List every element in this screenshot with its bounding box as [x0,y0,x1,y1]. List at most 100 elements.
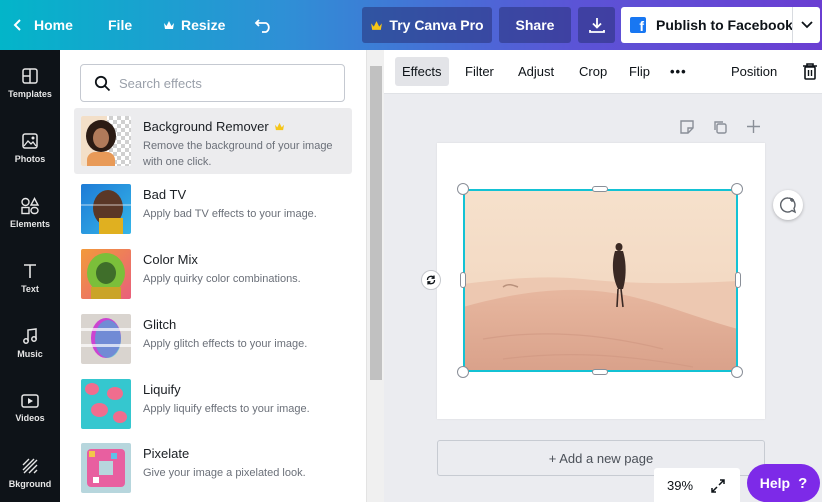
trash-icon[interactable] [802,62,818,81]
download-button[interactable] [578,7,615,43]
tool-flip[interactable]: Flip [622,57,657,86]
effect-thumbnail [81,443,131,493]
help-label: Help [759,475,791,491]
effect-color-mix[interactable]: Color Mix Apply quirky color combination… [74,241,352,307]
effect-thumbnail [81,116,131,166]
tool-effects[interactable]: Effects [395,57,449,86]
rail-label: Elements [9,218,51,229]
tool-filter[interactable]: Filter [458,57,501,86]
resize-handle-top-left[interactable] [457,183,469,195]
publish-divider [792,7,793,43]
effect-title: Background Remover [143,119,285,134]
help-question-icon: ? [798,474,808,492]
effect-description: Apply glitch effects to your image. [143,338,308,350]
resize-button[interactable]: Resize [163,0,225,50]
try-canva-pro-button[interactable]: Try Canva Pro [362,7,492,43]
zoom-control[interactable]: 39% [654,468,740,502]
resize-handle-right[interactable] [735,272,741,288]
effect-pixelate[interactable]: Pixelate Give your image a pixelated loo… [74,435,352,501]
background-icon [22,458,38,473]
rotate-icon [426,275,436,285]
effect-description: Remove the background of your image with… [143,140,333,168]
publish-label: Publish to Facebook [656,17,793,33]
undo-button[interactable] [254,0,274,50]
duplicate-icon[interactable] [712,119,728,135]
effect-title: Glitch [143,317,177,332]
search-icon [94,75,111,91]
try-pro-label: Try Canva Pro [389,17,484,33]
resize-handle-left[interactable] [460,272,466,288]
selection-frame [463,189,738,372]
publish-to-facebook-button[interactable]: f Publish to Facebook [621,7,820,43]
facebook-icon: f [630,17,646,33]
videos-icon [21,393,39,408]
search-input[interactable] [119,75,319,91]
music-icon [23,327,37,344]
panel-scrollbar[interactable] [366,50,384,502]
scrollbar-thumb[interactable] [370,66,382,380]
effect-description: Give your image a pixelated look. [143,467,306,479]
resize-handle-bottom-left[interactable] [457,366,469,378]
rail-item-elements[interactable]: Elements [0,180,60,245]
rail-label: Bkground [8,478,52,489]
rail-item-templates[interactable]: Templates [0,50,60,115]
effect-description: Apply quirky color combinations. [143,273,301,285]
add-icon[interactable] [746,119,761,134]
chevron-down-icon[interactable] [801,21,813,29]
effect-thumbnail [81,249,131,299]
rail-label: Templates [8,88,52,99]
undo-icon [254,19,270,33]
effect-description: Apply bad TV effects to your image. [143,208,317,220]
share-button[interactable]: Share [499,7,571,43]
effect-bad-tv[interactable]: Bad TV Apply bad TV effects to your imag… [74,176,352,242]
effect-title: Pixelate [143,446,190,461]
crown-icon [164,21,174,29]
chevron-left-icon [13,19,21,31]
rail-item-music[interactable]: Music [0,310,60,375]
resize-handle-top-right[interactable] [731,183,743,195]
effect-title-text: Background Remover [143,119,269,134]
effect-title: Liquify [143,382,181,397]
file-menu[interactable]: File [108,0,132,50]
rail-item-background[interactable]: Bkground [0,440,60,502]
zoom-level: 39% [667,477,694,493]
rail-item-text[interactable]: Text [0,245,60,310]
rail-item-photos[interactable]: Photos [0,115,60,180]
tool-adjust[interactable]: Adjust [511,57,561,86]
effect-description: Apply liquify effects to your image. [143,403,310,415]
rotate-handle[interactable] [421,270,441,290]
home-label: Home [34,17,73,33]
tool-more[interactable]: ••• [663,57,694,86]
effect-thumbnail [81,184,131,234]
rail-item-videos[interactable]: Videos [0,375,60,440]
search-box[interactable] [80,64,345,102]
text-icon [24,263,36,278]
pro-crown-icon [275,122,285,131]
side-rail: Templates Photos Elements Text Music Vid… [0,50,60,502]
fullscreen-icon[interactable] [710,478,726,494]
edit-toolbar: Effects Filter Adjust Crop Flip ••• Posi… [384,50,822,94]
effect-title: Bad TV [143,187,187,202]
rail-label: Videos [15,412,45,423]
tool-crop[interactable]: Crop [572,57,614,86]
effect-background-remover[interactable]: Background Remover Remove the background… [74,108,352,174]
download-icon [588,18,605,33]
home-button[interactable]: Home [12,0,73,50]
effect-liquify[interactable]: Liquify Apply liquify effects to your im… [74,371,352,437]
note-icon[interactable] [679,119,695,135]
crown-icon [371,20,383,30]
share-label: Share [515,17,555,33]
effect-thumbnail [81,314,131,364]
effect-thumbnail [81,379,131,429]
resize-handle-bottom-right[interactable] [731,366,743,378]
resize-handle-top[interactable] [592,186,608,192]
resize-label: Resize [181,17,226,33]
effect-glitch[interactable]: Glitch Apply glitch effects to your imag… [74,306,352,372]
resize-handle-bottom[interactable] [592,369,608,375]
help-button[interactable]: Help ? [747,464,820,502]
rail-label: Text [21,283,39,294]
comment-button[interactable] [773,190,803,220]
templates-icon [22,67,38,84]
tool-position[interactable]: Position [724,57,784,86]
elements-icon [21,196,40,214]
